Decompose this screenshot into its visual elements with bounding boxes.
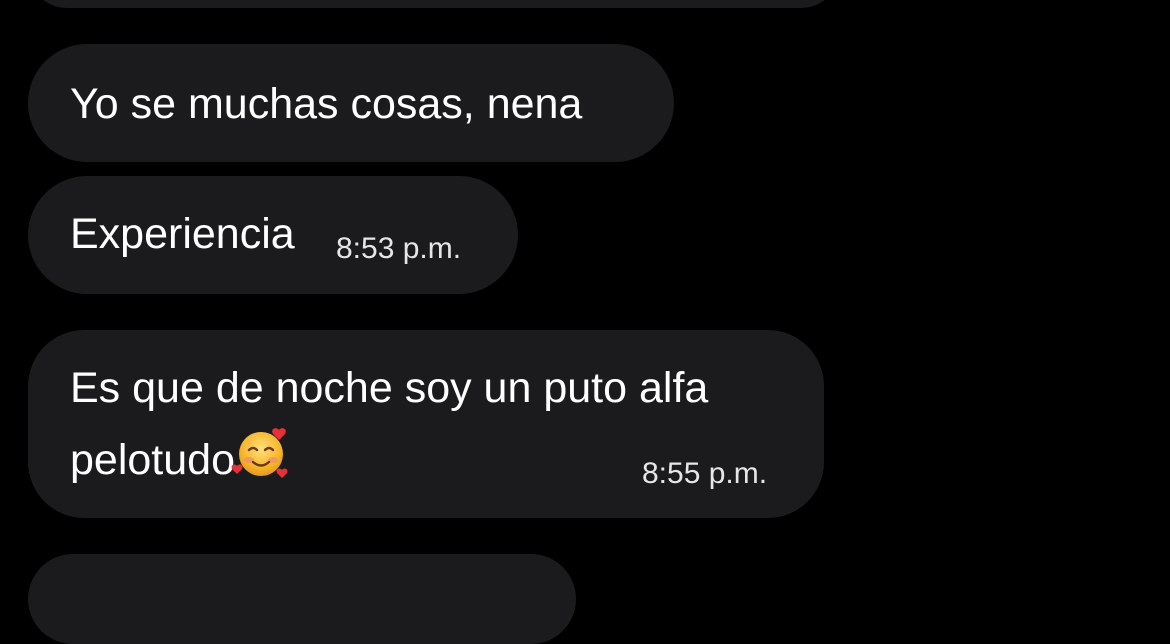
message-text: pelotudo: [70, 436, 235, 484]
message-text: Experiencia: [70, 210, 295, 258]
message-timestamp: 8:53 p.m.: [336, 232, 462, 265]
message-text-line: Es que de noche soy un puto alfa: [70, 364, 709, 412]
message-bubble[interactable]: Yo se muchas cosas, nena: [28, 44, 674, 162]
message-bubble[interactable]: Es que de noche soy un puto alfa pelotud…: [28, 330, 824, 518]
smiling-face-with-hearts-icon: [231, 428, 288, 480]
message-bubble-partial-bottom[interactable]: [28, 554, 576, 644]
message-text-line: pelotudo: [70, 424, 288, 496]
message-bubble-partial-top[interactable]: [28, 0, 840, 8]
message-text: Yo se muchas cosas, nena: [70, 80, 583, 128]
message-bubble[interactable]: Experiencia 8:53 p.m.: [28, 176, 518, 294]
message-timestamp: 8:55 p.m.: [642, 457, 768, 490]
